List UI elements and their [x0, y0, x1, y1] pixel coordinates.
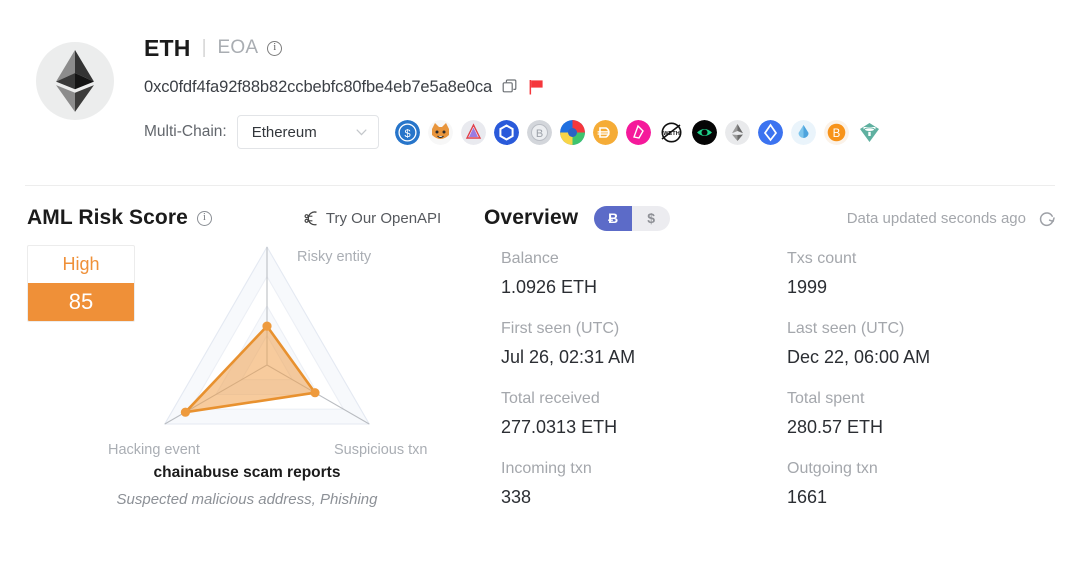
try-openapi-label: Try Our OpenAPI: [326, 210, 441, 227]
overview-stats-grid: Balance 1.0926 ETH Txs count 1999 First …: [484, 238, 1056, 530]
stat-label: Total received: [501, 390, 617, 413]
stat-accent-bar: [770, 463, 773, 508]
risk-score-badge: High 85: [27, 245, 135, 322]
wallet-address: 0xc0fdf4fa92f88b82ccbebfc80fbe4eb7e5a8e0…: [144, 78, 492, 97]
stat-label: Incoming txn: [501, 460, 592, 483]
stat-label: Last seen (UTC): [787, 320, 930, 343]
chainlink-token-icon[interactable]: [494, 120, 519, 145]
overview-panel: Overview Ƀ $ Data updated seconds ago: [470, 186, 1080, 538]
stat-accent-bar: [484, 463, 487, 508]
account-header: ETH | EOA i 0xc0fdf4fa92f88b82ccbebfc80f…: [0, 0, 1080, 185]
multichain-label: Multi-Chain:: [144, 123, 227, 141]
lido-token-icon[interactable]: [791, 120, 816, 145]
chevron-down-icon: [356, 129, 367, 136]
shiba-inu-token-icon[interactable]: [428, 120, 453, 145]
currency-unit-toggle[interactable]: Ƀ $: [594, 206, 670, 231]
aml-header: AML Risk Score i Try Our OpenAPI: [27, 186, 470, 238]
dai-token-icon[interactable]: [593, 120, 618, 145]
copy-icon[interactable]: [502, 79, 518, 95]
stat-accent-bar: [770, 253, 773, 298]
usdc-token-icon[interactable]: $: [395, 120, 420, 145]
refresh-icon: [1037, 209, 1056, 228]
chainabuse-subcaption: Suspected malicious address, Phishing: [27, 491, 467, 508]
aml-panel: AML Risk Score i Try Our OpenAPI High 85: [0, 186, 470, 538]
stat-item: Outgoing txn 1661: [770, 460, 1056, 508]
stat-value: 1999: [787, 277, 856, 298]
wrapped-bitcoin-token-icon[interactable]: B: [527, 120, 552, 145]
aml-info-icon[interactable]: i: [197, 211, 212, 226]
address-row: 0xc0fdf4fa92f88b82ccbebfc80fbe4eb7e5a8e0…: [144, 76, 882, 98]
rainbow-token-icon[interactable]: [560, 120, 585, 145]
multichain-row: Multi-Chain: Ethereum $: [144, 115, 882, 149]
stat-value: Jul 26, 02:31 AM: [501, 347, 635, 368]
wrapped-btc-orange-token-icon[interactable]: B: [824, 120, 849, 145]
stat-item: Balance 1.0926 ETH: [484, 250, 770, 298]
risk-radar-chart: Risky entity Suspicious txn Hacking even…: [82, 238, 472, 488]
svg-text:B: B: [536, 128, 543, 140]
stat-value: 277.0313 ETH: [501, 417, 617, 438]
stat-label: First seen (UTC): [501, 320, 635, 343]
content-area: AML Risk Score i Try Our OpenAPI High 85: [0, 186, 1080, 538]
stat-item: Incoming txn 338: [484, 460, 770, 508]
stat-accent-bar: [484, 393, 487, 438]
account-type-info-icon[interactable]: i: [267, 41, 282, 56]
stat-item: Total received 277.0313 ETH: [484, 390, 770, 438]
account-title-row: ETH | EOA i: [144, 34, 882, 62]
data-updated-label: Data updated seconds ago: [847, 210, 1026, 227]
stat-accent-bar: [484, 253, 487, 298]
stat-item: Total spent 280.57 ETH: [770, 390, 1056, 438]
stat-item: Txs count 1999: [770, 250, 1056, 298]
stat-item: Last seen (UTC) Dec 22, 06:00 AM: [770, 320, 1056, 368]
risk-score-value: 85: [28, 283, 134, 321]
tether-token-icon[interactable]: [857, 120, 882, 145]
stat-value: 1661: [787, 487, 878, 508]
chain-select-value: Ethereum: [252, 124, 317, 141]
api-plug-icon: [302, 211, 319, 226]
stat-label: Balance: [501, 250, 597, 273]
ethereum-token-icon[interactable]: [725, 120, 750, 145]
blue-diamond-token-icon[interactable]: [758, 120, 783, 145]
radar-label-suspicious-txn: Suspicious txn: [334, 442, 428, 458]
title-separator: |: [202, 37, 207, 59]
svg-text:WETH: WETH: [663, 131, 679, 137]
refresh-button[interactable]: [1037, 209, 1056, 228]
try-openapi-link[interactable]: Try Our OpenAPI: [302, 210, 441, 227]
stat-label: Outgoing txn: [787, 460, 878, 483]
report-flag-icon[interactable]: [529, 79, 544, 95]
chainabuse-caption: chainabuse scam reports: [27, 464, 467, 482]
weth-token-icon[interactable]: WETH: [659, 120, 684, 145]
stat-value: 1.0926 ETH: [501, 277, 597, 298]
stat-accent-bar: [770, 393, 773, 438]
radar-label-hacking-event: Hacking event: [108, 442, 200, 458]
overview-header: Overview Ƀ $ Data updated seconds ago: [484, 186, 1056, 238]
svg-text:$: $: [404, 128, 410, 140]
stat-label: Txs count: [787, 250, 856, 273]
ethereum-logo-icon: [55, 50, 95, 112]
radar-label-risky-entity: Risky entity: [297, 249, 372, 265]
stat-value: 338: [501, 487, 592, 508]
stat-value: Dec 22, 06:00 AM: [787, 347, 930, 368]
account-header-body: ETH | EOA i 0xc0fdf4fa92f88b82ccbebfc80f…: [144, 28, 882, 185]
stat-label: Total spent: [787, 390, 883, 413]
stat-value: 280.57 ETH: [787, 417, 883, 438]
overview-title: Overview: [484, 206, 578, 230]
pink-token-icon[interactable]: [626, 120, 651, 145]
stat-accent-bar: [484, 323, 487, 368]
token-icon-list: $: [395, 120, 882, 145]
chain-select[interactable]: Ethereum: [237, 115, 379, 149]
data-updated-status: Data updated seconds ago: [847, 209, 1056, 228]
svg-text:B: B: [832, 128, 840, 140]
toggle-fiat-option[interactable]: $: [632, 206, 670, 231]
asset-symbol: ETH: [144, 35, 191, 62]
basic-attention-token-icon[interactable]: [461, 120, 486, 145]
risk-level-label: High: [28, 246, 134, 283]
toggle-crypto-option[interactable]: Ƀ: [594, 206, 632, 231]
eye-token-icon[interactable]: [692, 120, 717, 145]
avatar: [36, 42, 114, 120]
aml-title: AML Risk Score: [27, 206, 188, 230]
aml-chart-area: High 85: [27, 238, 470, 538]
stat-item: First seen (UTC) Jul 26, 02:31 AM: [484, 320, 770, 368]
stat-accent-bar: [770, 323, 773, 368]
account-type-label: EOA: [218, 37, 259, 59]
